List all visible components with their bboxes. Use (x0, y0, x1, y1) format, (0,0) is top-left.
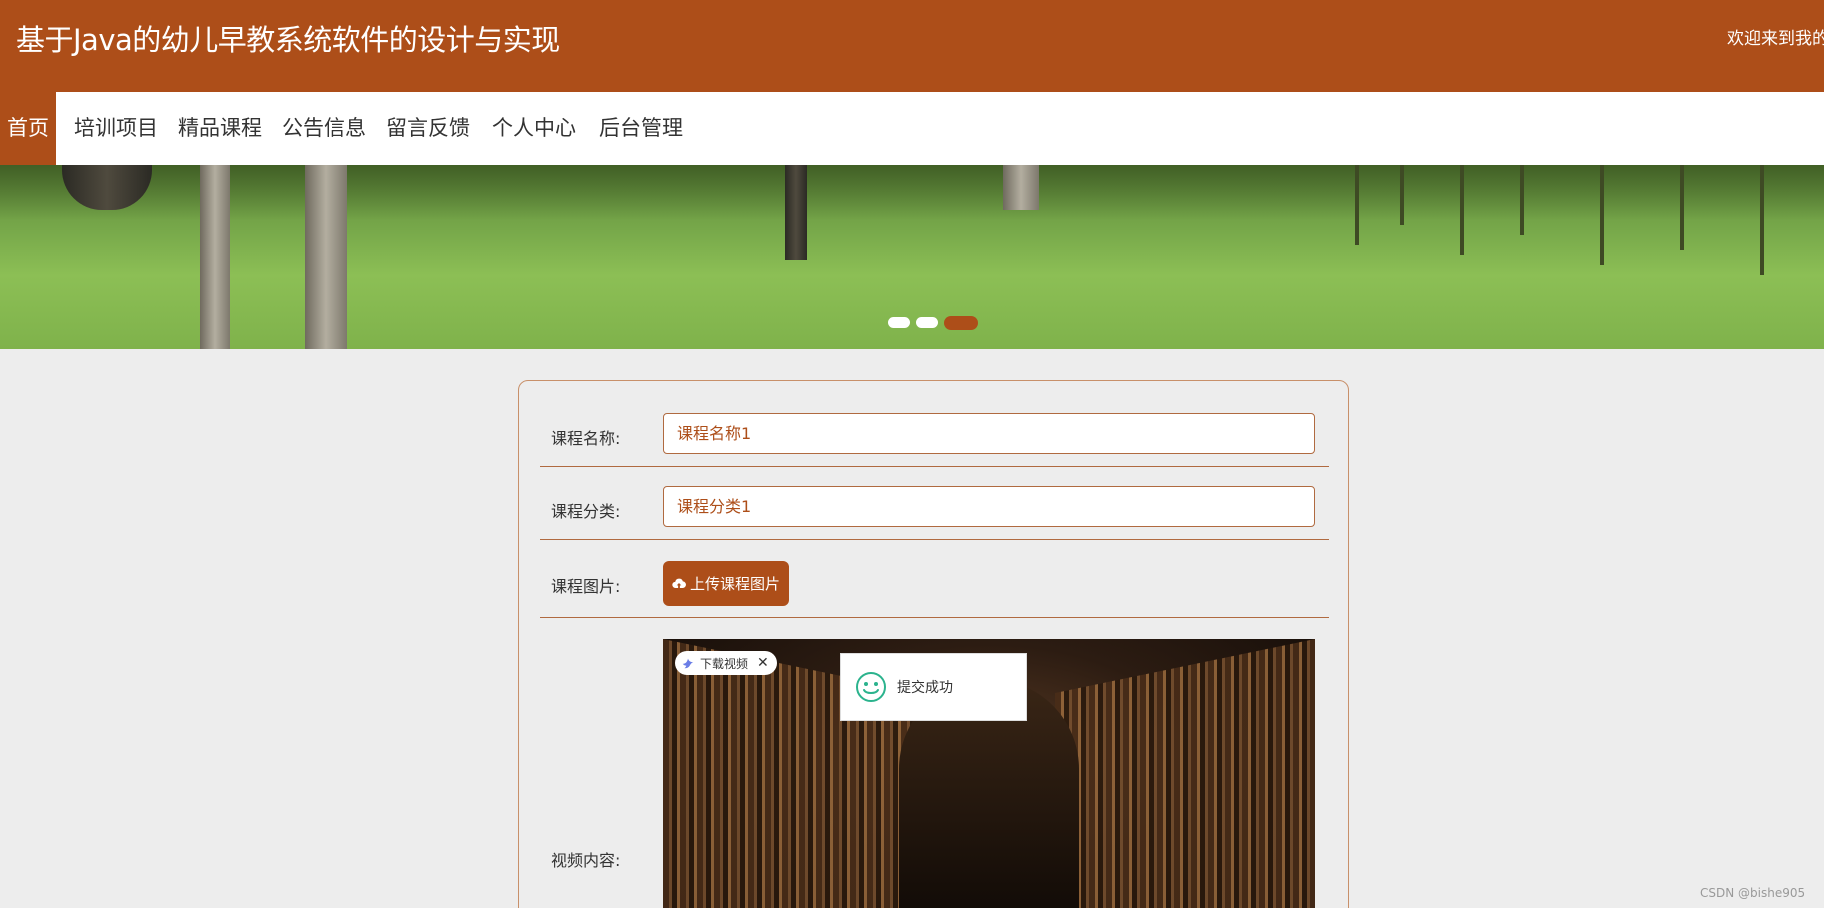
divider (540, 539, 1329, 540)
welcome-text: 欢迎来到我的 (1727, 29, 1824, 49)
site-title: 基于Java的幼儿早教系统软件的设计与实现 (16, 23, 560, 57)
course-name-input[interactable]: 课程名称1 (663, 413, 1315, 454)
banner-bamboo (1680, 165, 1684, 250)
nav-item-courses[interactable]: 精品课程 (178, 92, 262, 165)
banner-bamboo (1520, 165, 1524, 235)
upload-image-button[interactable]: 上传课程图片 (663, 561, 789, 606)
nav-item-home[interactable]: 首页 (0, 92, 56, 165)
banner-bamboo (1760, 165, 1764, 275)
smile-icon (856, 672, 886, 702)
nav-item-profile[interactable]: 个人中心 (492, 92, 576, 165)
banner-bamboo (1460, 165, 1464, 255)
banner-tree (200, 165, 230, 349)
banner-tree (785, 165, 807, 260)
banner-bamboo (1400, 165, 1404, 225)
toast-message: 提交成功 (897, 680, 953, 696)
download-video-label: 下载视频 (700, 656, 749, 671)
course-image-label: 课程图片: (551, 577, 621, 596)
main-nav: 首页 培训项目 精品课程 公告信息 留言反馈 个人中心 后台管理 (0, 92, 1824, 165)
nav-item-feedback[interactable]: 留言反馈 (386, 92, 470, 165)
divider (540, 466, 1329, 467)
upload-button-label: 上传课程图片 (689, 575, 780, 593)
course-name-label: 课程名称: (551, 429, 621, 448)
nav-item-notices[interactable]: 公告信息 (282, 92, 366, 165)
nav-item-training[interactable]: 培训项目 (74, 92, 158, 165)
video-frame-shelf (1055, 639, 1315, 908)
download-video-chip[interactable]: 下载视频 ✕ (675, 651, 777, 675)
carousel-dot-2[interactable] (916, 317, 938, 328)
success-toast: 提交成功 (840, 653, 1027, 721)
course-form: 课程名称: 课程名称1 课程分类: 课程分类1 课程图片: 上传课程图片 视频内… (518, 380, 1349, 908)
banner-tree (305, 165, 347, 349)
divider (540, 617, 1329, 618)
banner-post (1003, 165, 1039, 210)
carousel-dot-1[interactable] (888, 317, 910, 328)
video-content-label: 视频内容: (551, 851, 621, 870)
close-icon[interactable]: ✕ (757, 655, 769, 671)
nav-item-admin[interactable]: 后台管理 (599, 92, 683, 165)
banner-bamboo (1600, 165, 1604, 265)
banner-tree (62, 165, 152, 210)
course-category-input[interactable]: 课程分类1 (663, 486, 1315, 527)
banner-carousel (0, 165, 1824, 349)
watermark: CSDN @bishe905 (1700, 886, 1806, 900)
site-header: 基于Java的幼儿早教系统软件的设计与实现 欢迎来到我的 (0, 0, 1824, 92)
carousel-dot-3[interactable] (944, 316, 978, 330)
banner-bamboo (1355, 165, 1359, 245)
bird-icon (682, 658, 694, 669)
cloud-upload-icon (672, 578, 686, 588)
course-category-label: 课程分类: (551, 502, 621, 521)
